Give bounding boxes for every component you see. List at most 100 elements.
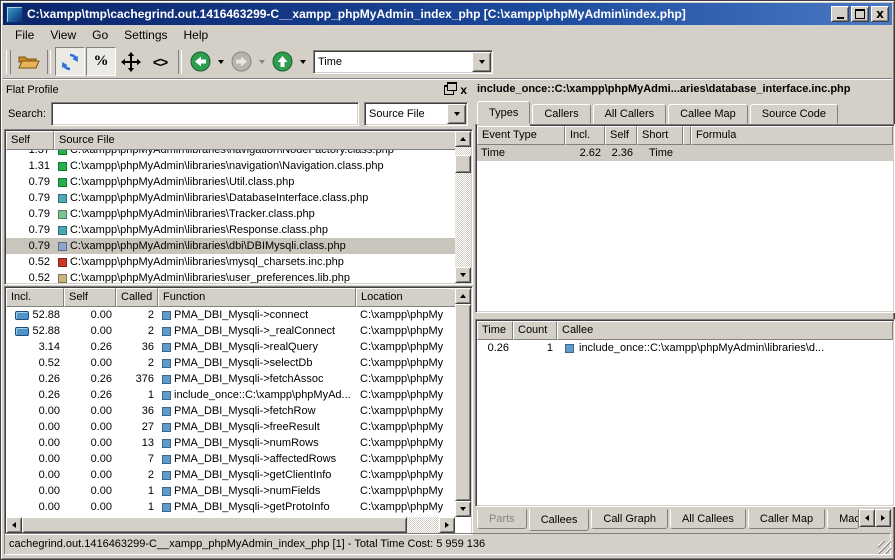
function-row[interactable]: 52.88 0.00 2 PMA_DBI_Mysqli->connect C:\…	[6, 307, 455, 323]
function-row[interactable]: 3.14 0.26 36 PMA_DBI_Mysqli->realQuery C…	[6, 339, 455, 355]
column-header-short[interactable]: Short	[637, 126, 683, 145]
column-header-time[interactable]: Time	[477, 321, 513, 340]
scrollbar-thumb[interactable]	[22, 517, 407, 533]
toolbar-handle[interactable]	[6, 50, 11, 74]
function-row[interactable]: 0.52 0.00 2 PMA_DBI_Mysqli->selectDb C:\…	[6, 355, 455, 371]
source-file-row[interactable]: 0.52 C:\xampp\phpMyAdmin\libraries\user_…	[6, 270, 455, 283]
search-input[interactable]	[51, 102, 359, 126]
function-row[interactable]: 0.00 0.00 7 PMA_DBI_Mysqli->affectedRows…	[6, 451, 455, 467]
back-dropdown[interactable]	[215, 48, 226, 75]
scrollbar-track[interactable]	[455, 304, 471, 501]
column-header-self[interactable]: Self	[64, 288, 116, 307]
tab-callee-map[interactable]: Callee Map	[668, 104, 748, 124]
callee-row[interactable]: 0.26 1 include_once::C:\xampp\phpMyAdmin…	[477, 340, 893, 356]
column-header-source-file[interactable]: Source File	[54, 131, 471, 150]
dock-float-icon[interactable]	[444, 85, 454, 95]
column-header-callee[interactable]: Callee	[557, 321, 893, 340]
scrollbar-thumb[interactable]	[455, 304, 471, 501]
column-header-event-type[interactable]: Event Type	[477, 126, 565, 145]
open-file-button[interactable]	[15, 48, 43, 75]
menu-file[interactable]: File	[7, 26, 42, 44]
up-dropdown[interactable]	[297, 48, 308, 75]
menu-go[interactable]: Go	[84, 26, 116, 44]
tab-scroll-left-button[interactable]	[859, 509, 875, 527]
source-file-row[interactable]: 0.79 C:\xampp\phpMyAdmin\libraries\Datab…	[6, 190, 455, 206]
function-row[interactable]: 0.00 0.00 36 PMA_DBI_Mysqli->fetchRow C:…	[6, 403, 455, 419]
relative-to-parent-button[interactable]: <>	[146, 48, 174, 75]
source-file-row[interactable]: 1.31 C:\xampp\phpMyAdmin\libraries\navig…	[6, 158, 455, 174]
combo-arrow-button[interactable]	[447, 104, 466, 124]
tab-types[interactable]: Types	[477, 101, 530, 124]
function-row[interactable]: 52.88 0.00 2 PMA_DBI_Mysqli->_realConnec…	[6, 323, 455, 339]
column-header-formula[interactable]: Formula	[691, 126, 893, 145]
event-type-combo[interactable]: Time	[313, 50, 493, 74]
up-button[interactable]	[268, 48, 296, 75]
source-file-row[interactable]: 0.79 C:\xampp\phpMyAdmin\libraries\Respo…	[6, 222, 455, 238]
tab-callers[interactable]: Callers	[532, 104, 590, 124]
maximize-button[interactable]	[851, 6, 869, 22]
column-header-called[interactable]: Called	[116, 288, 158, 307]
horizontal-scrollbar[interactable]	[6, 517, 455, 533]
source-file-row[interactable]: 0.52 C:\xampp\phpMyAdmin\libraries\mysql…	[6, 254, 455, 270]
source-file-row[interactable]: 0.79 C:\xampp\phpMyAdmin\libraries\dbi\D…	[6, 238, 455, 254]
column-header-location[interactable]: Location	[356, 288, 471, 307]
column-header-function[interactable]: Function	[158, 288, 356, 307]
called-count-cell: 2	[116, 309, 158, 321]
tab-callees[interactable]: Callees	[529, 509, 590, 531]
scroll-right-button[interactable]	[439, 517, 455, 533]
file-path-text: C:\xampp\phpMyAdmin\libraries\dbi\DBIMys…	[70, 240, 346, 252]
function-row[interactable]: 0.00 0.00 2 PMA_DBI_Mysqli->getClientInf…	[6, 467, 455, 483]
combo-arrow-button[interactable]	[472, 52, 491, 72]
column-header-self[interactable]: Self	[6, 131, 54, 150]
scrollbar-thumb[interactable]	[455, 155, 471, 173]
function-row[interactable]: 0.00 0.00 1 PMA_DBI_Mysqli->numFields C:…	[6, 483, 455, 499]
event-type-row[interactable]: Time 2.62 2.36 Time	[477, 145, 893, 161]
vertical-scrollbar[interactable]	[455, 131, 471, 283]
tab-all-callees[interactable]: All Callees	[670, 509, 746, 529]
forward-button[interactable]	[227, 48, 255, 75]
scroll-down-button[interactable]	[455, 501, 471, 517]
source-file-row[interactable]: 1.37 C:\xampp\phpMyAdmin\libraries\navig…	[6, 150, 455, 158]
function-row[interactable]: 0.00 0.00 1 PMA_DBI_Mysqli->getProtoInfo…	[6, 499, 455, 515]
close-button[interactable]: x	[871, 6, 889, 22]
scroll-up-button[interactable]	[455, 288, 471, 304]
column-header-spacer[interactable]	[683, 126, 691, 145]
minimize-button[interactable]	[831, 6, 849, 22]
relative-percent-button[interactable]: %	[86, 47, 116, 76]
resize-grip[interactable]	[878, 541, 891, 554]
function-row[interactable]: 0.26 0.26 376 PMA_DBI_Mysqli->fetchAssoc…	[6, 371, 455, 387]
scroll-left-button[interactable]	[6, 517, 22, 533]
scroll-up-button[interactable]	[455, 131, 471, 147]
function-name-cell: PMA_DBI_Mysqli->_realConnect	[158, 325, 356, 337]
location-cell: C:\xampp\phpMy	[356, 389, 455, 401]
function-row[interactable]: 0.00 0.00 27 PMA_DBI_Mysqli->freeResult …	[6, 419, 455, 435]
source-file-row[interactable]: 0.79 C:\xampp\phpMyAdmin\libraries\Track…	[6, 206, 455, 222]
tab-caller-map[interactable]: Caller Map	[748, 509, 825, 529]
column-header-self[interactable]: Self	[605, 126, 637, 145]
menu-view[interactable]: View	[42, 26, 84, 44]
move-dock-button[interactable]	[117, 48, 145, 75]
function-row[interactable]: 0.00 0.00 13 PMA_DBI_Mysqli->numRows C:\…	[6, 435, 455, 451]
tab-source-code[interactable]: Source Code	[750, 104, 838, 124]
scrollbar-track[interactable]	[455, 147, 471, 267]
flat-profile-titlebar[interactable]: Flat Profile x	[4, 81, 471, 98]
title-bar[interactable]: C:\xampp\tmp\cachegrind.out.1416463299-C…	[3, 3, 892, 25]
tab-all-callers[interactable]: All Callers	[593, 104, 667, 124]
tab-scroll-right-button[interactable]	[875, 509, 891, 527]
dock-close-icon[interactable]: x	[460, 85, 467, 95]
menu-settings[interactable]: Settings	[116, 26, 175, 44]
menu-help[interactable]: Help	[176, 26, 217, 44]
grouping-combo[interactable]: Source File	[364, 102, 468, 126]
scrollbar-track[interactable]	[22, 517, 439, 533]
function-row[interactable]: 0.26 0.26 1 include_once::C:\xampp\phpMy…	[6, 387, 455, 403]
source-file-row[interactable]: 0.79 C:\xampp\phpMyAdmin\libraries\Util.…	[6, 174, 455, 190]
vertical-scrollbar[interactable]	[455, 288, 471, 517]
column-header-count[interactable]: Count	[513, 321, 557, 340]
cycle-detection-button[interactable]	[55, 47, 85, 76]
column-header-incl[interactable]: Incl.	[565, 126, 605, 145]
tab-call-graph[interactable]: Call Graph	[591, 509, 668, 529]
tab-machine-code[interactable]: Machine	[827, 509, 859, 529]
scroll-down-button[interactable]	[455, 267, 471, 283]
back-button[interactable]	[186, 48, 214, 75]
column-header-incl[interactable]: Incl.	[6, 288, 64, 307]
